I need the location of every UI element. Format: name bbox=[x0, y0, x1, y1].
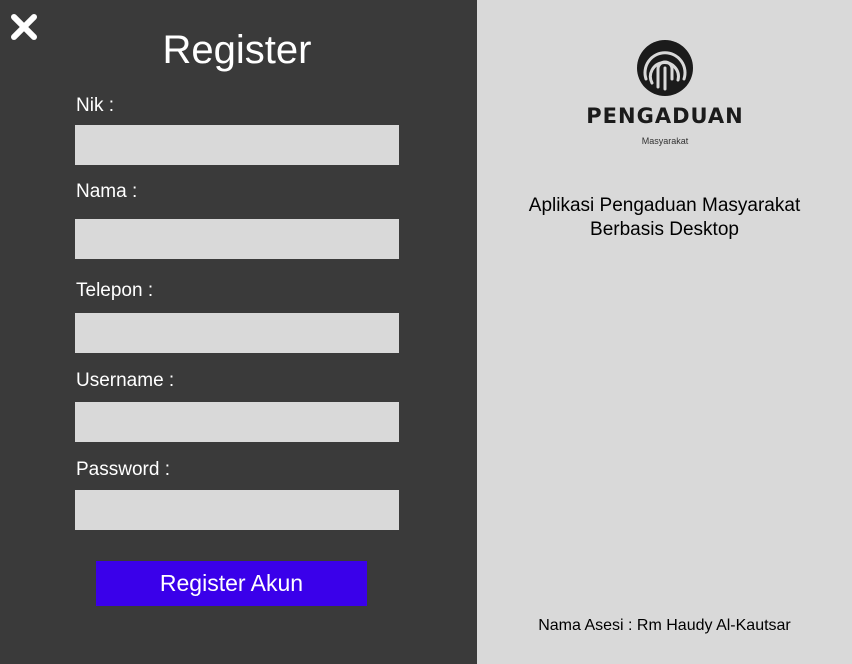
fingerprint-logo-icon bbox=[637, 40, 693, 96]
nik-label: Nik : bbox=[76, 95, 114, 116]
username-field[interactable] bbox=[75, 402, 399, 442]
nama-label: Nama : bbox=[76, 181, 138, 202]
nama-field[interactable] bbox=[75, 219, 399, 259]
info-panel bbox=[477, 0, 852, 664]
password-field[interactable] bbox=[75, 490, 399, 530]
description-line-1: Aplikasi Pengaduan Masyarakat bbox=[528, 195, 801, 216]
description-line-2: Berbasis Desktop bbox=[590, 219, 739, 240]
telepon-label: Telepon : bbox=[76, 280, 154, 301]
telepon-field[interactable] bbox=[75, 313, 399, 353]
username-label: Username : bbox=[76, 370, 175, 391]
app-description: Aplikasi Pengaduan Masyarakat Berbasis D… bbox=[477, 194, 852, 242]
password-label: Password : bbox=[76, 459, 170, 480]
assessee-name: Nama Asesi : Rm Haudy Al-Kautsar bbox=[538, 617, 791, 634]
page-title: Register bbox=[162, 28, 312, 72]
nik-field[interactable] bbox=[75, 125, 399, 165]
register-panel: Register Nik : Nama : Telepon : Username… bbox=[0, 0, 477, 664]
register-account-button[interactable]: Register Akun bbox=[96, 561, 367, 606]
brand-subtitle: Masyarakat bbox=[641, 136, 689, 146]
brand-name: PENGADUAN bbox=[586, 104, 744, 128]
